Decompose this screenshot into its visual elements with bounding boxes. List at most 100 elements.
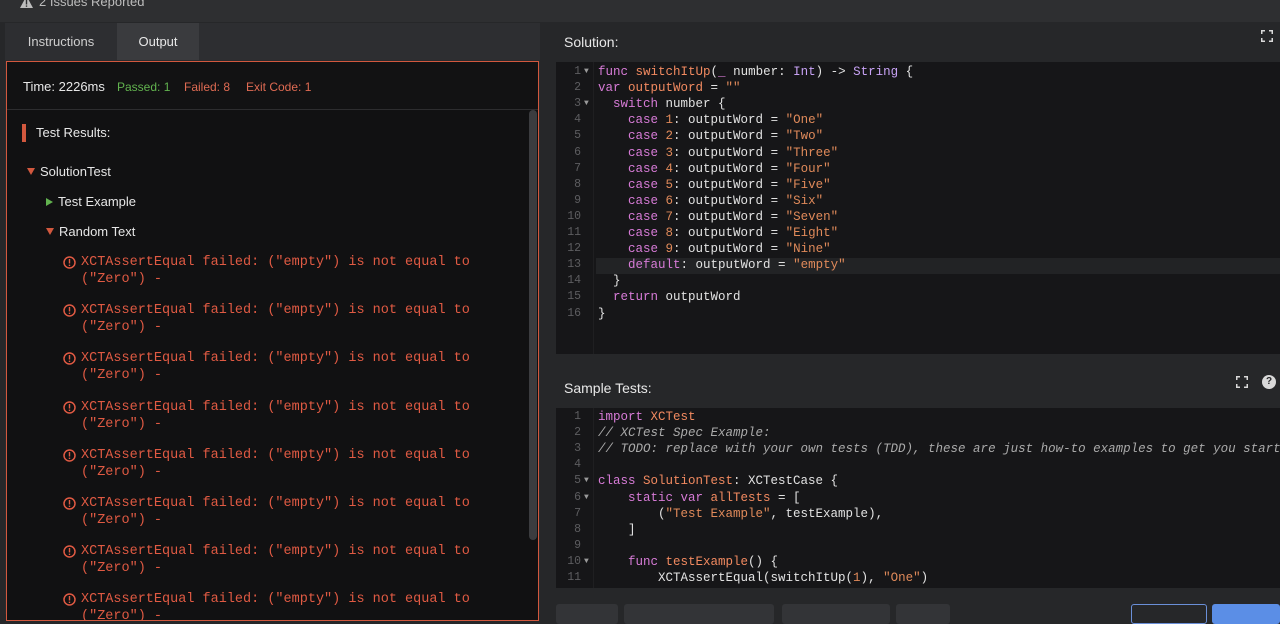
fold-arrow-icon[interactable]: ▼ — [584, 493, 589, 502]
code-token: "Six" — [785, 193, 824, 208]
error-icon — [63, 593, 76, 607]
line-number: 3 — [574, 442, 581, 456]
failure-message: XCTAssertEqual failed: ("empty") is not … — [81, 255, 470, 287]
code-token: : XCTestCase { — [733, 474, 839, 489]
bottom-button[interactable] — [1131, 604, 1207, 624]
fold-arrow-icon[interactable]: ▼ — [584, 67, 589, 76]
code-line: } — [598, 307, 606, 321]
code-token: case — [628, 242, 666, 257]
code-token: : outputWord = — [673, 177, 786, 192]
code-line: // XCTest Spec Example: — [598, 426, 771, 440]
code-token: : outputWord = — [673, 161, 786, 176]
line-number: 13 — [567, 258, 581, 272]
code-token: number: — [733, 65, 794, 79]
code-token: ), — [860, 571, 884, 585]
suite-node[interactable]: SolutionTest — [27, 164, 111, 179]
code-token: "" — [725, 81, 741, 96]
code-token: "Eight" — [785, 226, 839, 240]
error-icon — [63, 545, 76, 558]
code-token: case — [628, 226, 666, 240]
bottom-button[interactable] — [624, 604, 774, 624]
test-example-label: Test Example — [58, 194, 137, 209]
code-token: case — [628, 161, 666, 176]
code-token: var — [598, 81, 629, 96]
code-token: "Seven" — [785, 209, 839, 224]
issues-indicator[interactable]: 2 Issues Reported — [20, 0, 145, 9]
code-token: "Four" — [785, 161, 831, 176]
code-line: static var allTests = [ — [598, 491, 801, 505]
fold-arrow-icon[interactable]: ▼ — [584, 99, 589, 108]
line-number: 10 — [567, 209, 581, 223]
code-line: case 4: outputWord = "Four" — [598, 162, 831, 176]
code-token: "Test Example" — [665, 506, 771, 521]
error-icon — [63, 449, 76, 462]
code-token: "Three" — [785, 145, 839, 160]
error-icon — [63, 400, 76, 414]
fullscreen-icon[interactable] — [1236, 376, 1248, 388]
fold-arrow-icon[interactable]: ▼ — [584, 557, 589, 566]
code-line: case 9: outputWord = "Nine" — [598, 242, 831, 256]
code-token: case — [628, 129, 666, 144]
code-line: func switchItUp(_ number: Int) -> String… — [598, 65, 913, 79]
fold-arrow-icon[interactable]: ▼ — [584, 476, 589, 485]
code-token: 1 — [665, 113, 674, 128]
failure-message: XCTAssertEqual failed: ("empty") is not … — [81, 399, 470, 432]
line-number: 4 — [574, 458, 581, 472]
code-token: func — [598, 65, 636, 79]
code-token: : outputWord = — [680, 258, 794, 273]
passed-count: Passed: 1 — [117, 80, 171, 94]
sample-tests-editor[interactable]: 1 import XCTest 2 // XCTest Spec Example: 3 /… — [556, 408, 1280, 588]
line-number: 1 — [574, 410, 581, 423]
random-text-node[interactable]: Random Text — [46, 224, 135, 239]
fullscreen-icon[interactable] — [1261, 30, 1273, 42]
test-example-node[interactable]: Test Example — [46, 194, 136, 209]
code-token: // XCTest Spec Example: — [598, 426, 771, 441]
code-token: _ — [718, 65, 734, 79]
code-token: switchItUp — [635, 65, 711, 79]
line-number: 11 — [567, 226, 581, 239]
tab-instructions[interactable]: Instructions — [5, 23, 117, 60]
line-number: 4 — [574, 113, 581, 127]
line-number: 15 — [567, 290, 581, 304]
exit-code: Exit Code: 1 — [246, 80, 312, 94]
line-number: 2 — [574, 426, 581, 440]
code-token: case — [628, 145, 666, 160]
code-token: case — [628, 209, 666, 224]
code-token: 1 — [853, 571, 861, 585]
code-token: : outputWord = — [673, 145, 786, 160]
run-stats: Time: 2226ms Passed: 1 Failed: 8 Exit Co… — [7, 62, 538, 110]
line-number: 7 — [574, 161, 581, 175]
output-scrollbar[interactable] — [529, 110, 537, 540]
run-time: Time: 2226ms — [23, 79, 105, 94]
solution-editor[interactable]: 1 ▼ func switchItUp(_ number: Int) -> Stri… — [556, 62, 1280, 354]
code-line: } — [598, 274, 621, 288]
code-token: 5 — [665, 177, 674, 192]
code-token: // TODO: replace with your own tests (TD… — [598, 442, 1280, 457]
suite-label: SolutionTest — [40, 164, 111, 179]
line-number: 5 — [574, 474, 581, 488]
tab-output[interactable]: Output — [117, 23, 199, 60]
help-icon[interactable]: ? — [1262, 375, 1276, 389]
error-icon — [63, 304, 76, 317]
bottom-button[interactable] — [782, 604, 890, 624]
code-token: } — [598, 306, 606, 321]
code-line: class SolutionTest: XCTestCase { — [598, 474, 838, 488]
code-line: func testExample() { — [598, 555, 778, 569]
solution-title: Solution: — [564, 34, 619, 50]
bottom-button[interactable] — [1212, 604, 1280, 624]
code-token: case — [628, 193, 666, 208]
code-token: return — [613, 290, 666, 305]
line-number: 5 — [574, 129, 581, 143]
bottom-button[interactable] — [556, 604, 618, 624]
bottom-button[interactable] — [896, 604, 950, 624]
code-token: { — [898, 65, 914, 79]
code-token: 4 — [665, 161, 674, 176]
code-line: ("Test Example", testExample), — [598, 507, 883, 521]
